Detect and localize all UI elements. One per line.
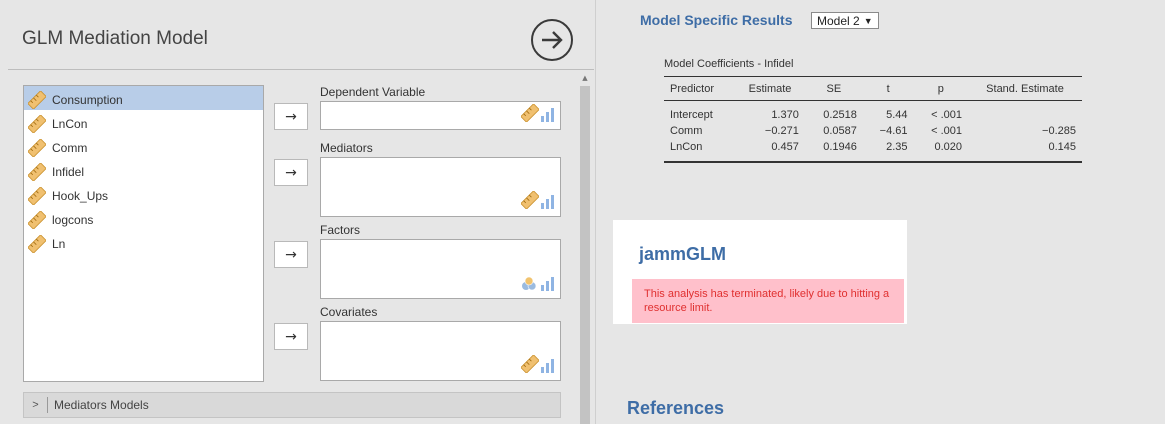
error-message: This analysis has terminated, likely due…	[632, 279, 904, 323]
table-cell: 0.020	[913, 141, 968, 163]
continuous-variable-icon	[520, 103, 540, 126]
model-select-value: Model 2	[817, 13, 860, 28]
variable-label: Infidel	[52, 164, 85, 179]
panel-title: GLM Mediation Model	[22, 28, 208, 49]
bar-chart-icon	[541, 107, 555, 126]
mediators-models-label: Mediators Models	[54, 398, 149, 412]
move-to-covariates-button[interactable]: →	[274, 323, 308, 350]
column-header: p	[913, 76, 968, 101]
table-cell: 2.35	[862, 141, 914, 163]
mediators-box[interactable]	[320, 157, 561, 217]
bar-chart-icon	[541, 276, 555, 295]
continuous-variable-icon	[27, 113, 48, 134]
table-cell: −0.285	[1042, 125, 1076, 137]
chevron-right-icon: >	[24, 397, 48, 413]
table-cell: < .001	[931, 125, 962, 137]
variable-item[interactable]: Comm	[24, 134, 263, 158]
table-row: LnCon 0.457 0.1946 2.35 0.020 0.145	[664, 141, 1082, 163]
table-header-row: Predictor Estimate SE t p Stand. Estimate	[664, 76, 1082, 101]
results-content: Model Specific Results Model 2 ▼ Model C…	[605, 0, 1165, 424]
table-cell: < .001	[931, 109, 962, 121]
covariates-label: Covariates	[320, 305, 378, 319]
jammglm-result-card: jammGLM This analysis has terminated, li…	[613, 220, 907, 324]
bar-chart-icon	[541, 358, 555, 377]
scroll-up-icon[interactable]: ▲	[578, 72, 592, 84]
model-coefficients-table: Predictor Estimate SE t p Stand. Estimate Int…	[664, 76, 1082, 163]
column-header: Stand. Estimate	[968, 76, 1082, 101]
continuous-variable-icon	[27, 89, 48, 110]
variable-item[interactable]: Ln	[24, 230, 263, 254]
continuous-variable-icon	[27, 209, 48, 230]
variable-item[interactable]: Consumption	[24, 86, 263, 110]
table-cell: 0.0587	[823, 125, 857, 137]
arrow-right-circle-icon	[542, 31, 563, 49]
covariates-box[interactable]	[320, 321, 561, 381]
arrow-right-icon: →	[285, 164, 297, 181]
scrollbar-thumb[interactable]	[580, 86, 590, 424]
table-cell: 0.457	[735, 141, 805, 163]
continuous-variable-icon	[27, 137, 48, 158]
analysis-title: jammGLM	[639, 244, 727, 264]
continuous-variable-icon	[27, 161, 48, 182]
variable-label: Comm	[52, 140, 88, 155]
table-caption: Model Coefficients - Infidel	[664, 58, 794, 70]
column-header: Predictor	[664, 76, 736, 101]
variable-item[interactable]: Hook_Ups	[24, 182, 263, 206]
table-row: Comm −0.271 0.0587 −4.61 < .001 −0.285	[664, 121, 1082, 141]
move-to-factors-button[interactable]: →	[274, 241, 308, 268]
factors-box[interactable]	[320, 239, 561, 299]
table-row: Intercept 1.370 0.2518 5.44 < .001	[664, 101, 1082, 122]
dropdown-triangle-icon: ▼	[863, 15, 873, 26]
model-specific-results-title: Model Specific Results	[640, 12, 793, 28]
variable-list[interactable]: Consumption LnCon Comm Infidel Hook_Upslogco…	[23, 85, 264, 382]
column-header: t	[862, 76, 914, 101]
options-panel: GLM Mediation Model Consumption LnCon Comm…	[0, 0, 596, 424]
table-cell: 1.370	[771, 109, 799, 121]
dependent-variable-label: Dependent Variable	[320, 85, 426, 99]
variable-label: LnCon	[52, 116, 88, 131]
mediators-models-section[interactable]: > Mediators Models	[23, 392, 561, 418]
table-cell: 0.2518	[823, 109, 857, 121]
arrow-right-icon: →	[285, 328, 297, 345]
header-divider	[8, 69, 594, 70]
table-cell: −0.271	[764, 125, 799, 137]
variable-item[interactable]: logcons	[24, 206, 263, 230]
table-cell: Comm	[670, 125, 703, 137]
variable-label: logcons	[52, 212, 94, 227]
table-cell: LnCon	[664, 141, 736, 163]
nominal-variable-icon	[521, 276, 539, 295]
move-to-mediators-button[interactable]: →	[274, 159, 308, 186]
table-cell: Intercept	[670, 109, 713, 121]
variable-label: Ln	[52, 236, 66, 251]
arrow-right-icon: →	[285, 108, 297, 125]
options-scrollbar[interactable]: ▲	[578, 72, 592, 424]
continuous-variable-icon	[520, 354, 540, 377]
variable-label: Consumption	[52, 92, 123, 107]
column-header: SE	[804, 76, 863, 101]
table-cell: 5.44	[886, 109, 908, 121]
table-cell: 0.1946	[804, 141, 863, 163]
continuous-variable-icon	[27, 185, 48, 206]
references-heading: References	[627, 398, 725, 418]
results-panel: Model Specific Results Model 2 ▼ Model C…	[597, 0, 1165, 424]
run-analysis-button[interactable]	[531, 19, 573, 61]
table-cell: 0.145	[968, 141, 1082, 163]
continuous-variable-icon	[27, 233, 48, 254]
move-to-dependent-button[interactable]: →	[274, 103, 308, 130]
continuous-variable-icon	[520, 190, 540, 213]
table-cell	[968, 101, 1082, 122]
arrow-right-icon: →	[285, 246, 297, 263]
bar-chart-icon	[541, 194, 555, 213]
model-select-dropdown[interactable]: Model 2 ▼	[811, 12, 879, 29]
mediators-label: Mediators	[320, 141, 373, 155]
variable-label: Hook_Ups	[52, 188, 109, 203]
variable-item[interactable]: Infidel	[24, 158, 263, 182]
factors-label: Factors	[320, 223, 361, 237]
table-cell: −4.61	[879, 125, 908, 137]
dependent-variable-box[interactable]	[320, 101, 561, 130]
variable-item[interactable]: LnCon	[24, 110, 263, 134]
column-header: Estimate	[735, 76, 805, 101]
